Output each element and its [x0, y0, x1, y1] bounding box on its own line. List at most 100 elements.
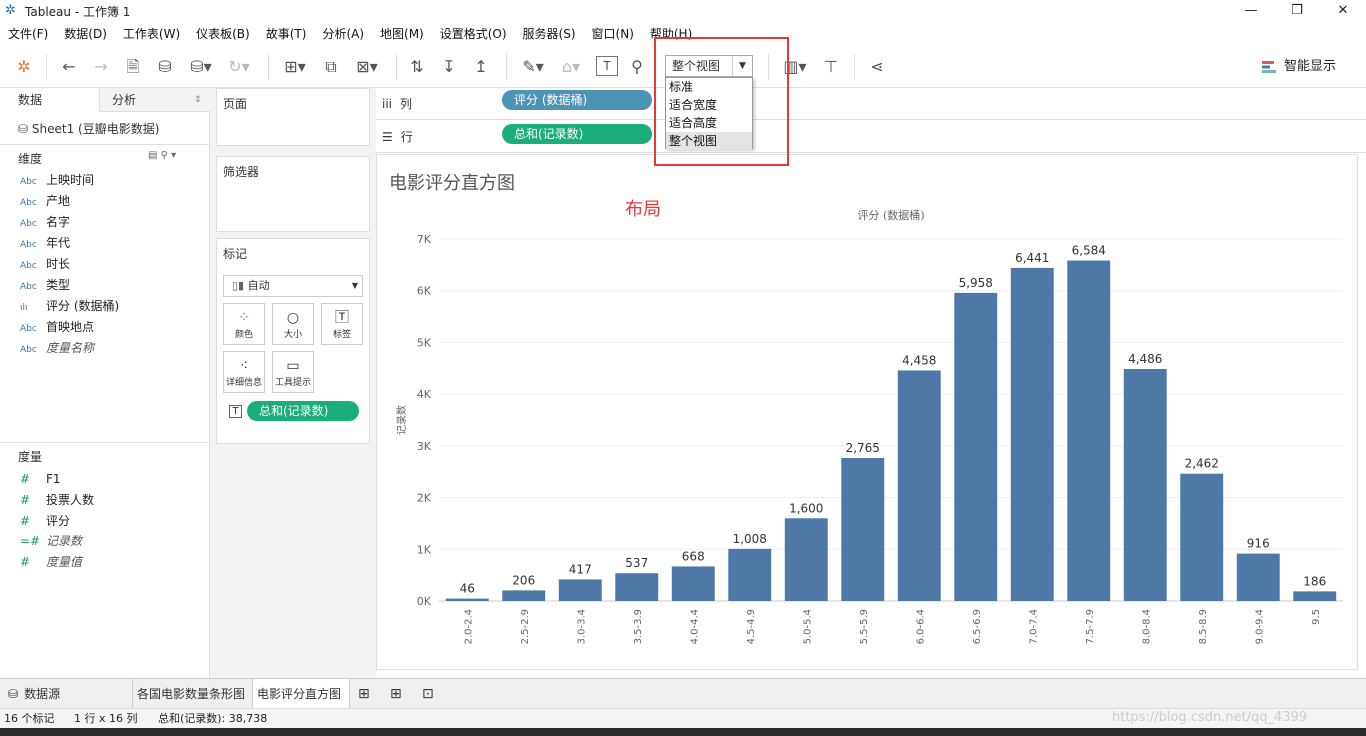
show-cards-icon[interactable]: ▥▾ [778, 56, 812, 78]
bar [671, 566, 715, 601]
tab-data[interactable]: 数据 [0, 88, 100, 112]
fit-option[interactable]: 适合宽度 [666, 96, 752, 114]
datasource-item[interactable]: ⛁ Sheet1 (豆瓣电影数据) [18, 120, 159, 137]
columns-pill[interactable]: 评分 (数据桶) [502, 90, 652, 110]
show-me-label: 智能显示 [1284, 59, 1337, 74]
menu-dashboard[interactable]: 仪表板(B) [188, 22, 258, 46]
menu-format[interactable]: 设置格式(O) [432, 22, 515, 46]
data-label: 6,441 [1015, 251, 1049, 265]
menu-data[interactable]: 数据(D) [56, 22, 115, 46]
size-button[interactable]: ○ 大小 [272, 303, 314, 345]
x-tick-label: 4.0-4.4 [689, 609, 700, 644]
tableau-home-icon[interactable]: ✲ [14, 56, 34, 78]
measure-field[interactable]: # F1 [20, 469, 61, 489]
detail-button[interactable]: ⁖ 详细信息 [223, 351, 265, 393]
redo-icon[interactable]: → [90, 56, 112, 78]
rows-label: ☰ 行 [382, 130, 413, 144]
label-icon: 🅃 [335, 310, 349, 326]
bar [1293, 591, 1337, 601]
data-label: 186 [1303, 574, 1326, 588]
y-tick-label: 5K [417, 336, 432, 349]
sheet-tab[interactable]: 各国电影数量条形图 [132, 679, 250, 709]
pause-updates-icon[interactable]: ⛁▾ [186, 56, 216, 78]
menu-story[interactable]: 故事(T) [258, 22, 315, 46]
color-button[interactable]: ⁘ 颜色 [223, 303, 265, 345]
sheet-tab-active[interactable]: 电影评分直方图 [252, 679, 350, 709]
marks-title: 标记 [223, 247, 248, 261]
undo-icon[interactable]: ← [58, 56, 80, 78]
taskbar [0, 728, 1366, 736]
menu-analysis[interactable]: 分析(A) [314, 22, 372, 46]
menu-window[interactable]: 窗口(N) [584, 22, 642, 46]
datasource-tab[interactable]: ⛁ 数据源 [8, 679, 126, 709]
status-marks: 16 个标记 [4, 712, 55, 725]
dimension-field[interactable]: Abc 首映地点 [20, 317, 94, 337]
measure-field[interactable]: # 评分 [20, 511, 70, 531]
save-icon[interactable]: 🗎 [122, 56, 144, 78]
show-me-button[interactable]: 智能显示 [1262, 56, 1336, 78]
bar [728, 548, 772, 601]
fit-select[interactable]: 整个视图 ▼ [665, 55, 753, 77]
menu-server[interactable]: 服务器(S) [515, 22, 584, 46]
data-label: 537 [625, 556, 648, 570]
pin-axes-icon[interactable]: ⚲ [626, 56, 648, 78]
view-options-icon[interactable]: ▤ ⚲ ▾ [148, 150, 176, 161]
close-icon[interactable]: ✕ [1320, 0, 1366, 22]
dimension-field[interactable]: Abc 度量名称 [20, 338, 94, 358]
dimension-field[interactable]: Abc 名字 [20, 212, 70, 232]
dimension-field[interactable]: Abc 上映时间 [20, 170, 94, 190]
title-bar: ✲ Tableau - 工作簿 1 [0, 0, 1366, 22]
tab-analysis[interactable]: 分析 [112, 88, 136, 112]
dimension-field[interactable]: Abc 类型 [20, 275, 70, 295]
new-story-tab-icon[interactable]: ⊡ [422, 679, 442, 709]
menu-help[interactable]: 帮助(H) [642, 22, 700, 46]
pages-card[interactable]: 页面 [216, 88, 370, 146]
tableau-logo-icon: ✲ [5, 3, 16, 18]
new-dashboard-tab-icon[interactable]: ⊞ [390, 679, 410, 709]
datasource-tab-icon: ⛁ [8, 687, 19, 701]
sort-descending-icon[interactable]: ↥ [470, 56, 492, 78]
refresh-icon[interactable]: ↻▾ [224, 56, 254, 78]
dimension-field[interactable]: ılı 评分 (数据桶) [20, 296, 119, 316]
minimize-icon[interactable]: — [1228, 0, 1274, 22]
menu-file[interactable]: 文件(F) [0, 22, 56, 46]
rows-icon: ☰ [382, 130, 393, 144]
measure-field[interactable]: # 投票人数 [20, 490, 94, 510]
menu-map[interactable]: 地图(M) [372, 22, 432, 46]
clear-sheet-icon[interactable]: ⊠▾ [350, 56, 384, 78]
highlight-icon[interactable]: ✎▾ [518, 56, 548, 78]
maximize-icon[interactable]: ❐ [1274, 0, 1320, 22]
share-icon[interactable]: ⋖ [866, 56, 888, 78]
label-button[interactable]: 🅃 标签 [321, 303, 363, 345]
marks-pill[interactable]: 总和(记录数) [247, 401, 359, 421]
mark-type-select[interactable]: ▯▮ 自动 ▼ [223, 275, 363, 297]
rows-pill[interactable]: 总和(记录数) [502, 124, 652, 144]
new-worksheet-icon[interactable]: ⊞▾ [280, 56, 310, 78]
new-datasource-icon[interactable]: ⛁ [154, 56, 176, 78]
measure-field[interactable]: =# 记录数 [20, 531, 82, 551]
tooltip-button[interactable]: ▭ 工具提示 [272, 351, 314, 393]
presentation-icon[interactable]: ⊤ [820, 56, 842, 78]
tab-sort-icon[interactable]: ⇕ [194, 88, 202, 112]
dimension-field[interactable]: Abc 产地 [20, 191, 70, 211]
sort-ascending-icon[interactable]: ↧ [438, 56, 460, 78]
marks-card: 标记 ▯▮ 自动 ▼ ⁘ 颜色 ○ 大小 🅃 标签 ⁖ 详细信息 ▭ 工具提示 T 总和(… [216, 238, 370, 444]
fit-option[interactable]: 适合高度 [666, 114, 752, 132]
show-labels-icon[interactable]: T [596, 56, 618, 76]
dimension-field[interactable]: Abc 时长 [20, 254, 70, 274]
new-worksheet-tab-icon[interactable]: ⊞ [358, 679, 378, 709]
swap-icon[interactable]: ⇅ [406, 56, 428, 78]
bar [1123, 369, 1167, 601]
duplicate-icon[interactable]: ⧉ [320, 56, 342, 78]
x-tick-label: 9.0-9.4 [1254, 609, 1265, 644]
chevron-down-icon[interactable]: ▼ [732, 56, 752, 76]
filters-card[interactable]: 筛选器 [216, 156, 370, 232]
group-icon[interactable]: ⌂▾ [556, 56, 586, 78]
menu-worksheet[interactable]: 工作表(W) [115, 22, 188, 46]
dimension-field[interactable]: Abc 年代 [20, 233, 70, 253]
bar-chart-icon: ▯▮ [232, 279, 245, 292]
fit-dropdown-menu: 标准 适合宽度 适合高度 整个视图 [665, 77, 753, 150]
fit-option-selected[interactable]: 整个视图 [666, 132, 752, 150]
measure-field[interactable]: # 度量值 [20, 552, 82, 572]
fit-option[interactable]: 标准 [666, 78, 752, 96]
